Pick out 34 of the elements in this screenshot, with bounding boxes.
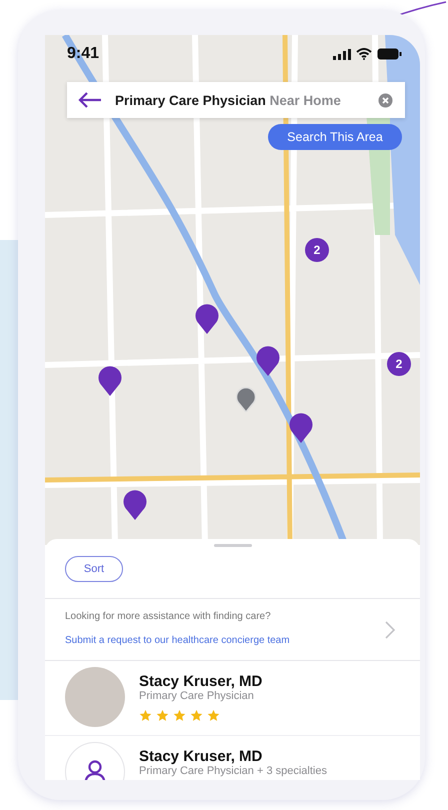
map-pin[interactable] [289,413,313,443]
location-marker-icon [236,387,256,412]
concierge-link[interactable]: Submit a request to our healthcare concierge team [65,635,290,646]
signal-icon [333,48,351,60]
map-pin[interactable] [98,366,122,396]
provider-name: Stacy Kruser, MD [139,673,262,690]
provider-card[interactable]: Stacy Kruser, MD Primary Care Physician [45,661,420,736]
person-icon [84,760,106,780]
assistance-question: Looking for more assistance with finding care? [65,611,272,622]
provider-card[interactable]: Stacy Kruser, MD Primary Care Physician + 3 specialties [45,736,420,780]
search-field[interactable]: Primary Care Physician Near Home [67,82,405,118]
star-icon [190,709,203,722]
map-pin[interactable] [123,490,147,520]
wifi-icon [356,48,372,60]
search-location: Near Home [270,92,341,108]
provider-specialty: Primary Care Physician [139,690,255,702]
map-pin[interactable] [256,346,280,376]
back-arrow-icon[interactable] [77,91,103,109]
status-time: 9:41 [67,45,100,63]
search-this-area-button[interactable]: Search This Area [268,124,402,150]
map-pin[interactable] [195,304,219,334]
star-icon [139,709,152,722]
assistance-row[interactable]: Looking for more assistance with finding care? Submit a request to our healthcare concierge team [45,599,420,661]
clear-icon[interactable] [378,92,393,108]
search-query: Primary Care Physician [115,92,266,108]
chevron-right-icon [384,620,396,640]
star-icon [156,709,169,722]
star-icon [207,709,220,722]
provider-specialty: Primary Care Physician + 3 specialties [139,765,327,777]
battery-icon [377,48,402,60]
star-icon [173,709,186,722]
provider-name: Stacy Kruser, MD [139,748,264,765]
sheet-handle[interactable] [214,544,252,547]
sort-button[interactable]: Sort [65,556,123,582]
